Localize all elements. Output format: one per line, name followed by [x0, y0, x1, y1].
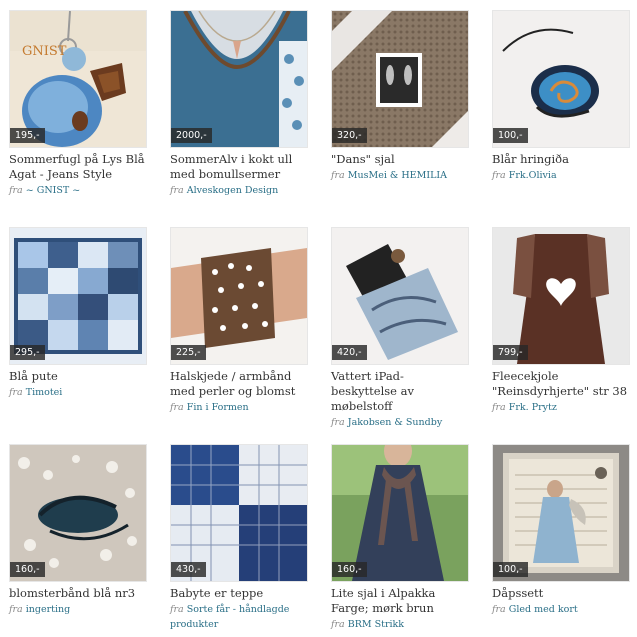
product-card[interactable]: 420,- Vattert iPad-beskyttelse av møbels… — [331, 227, 469, 430]
price-badge: 320,- — [332, 128, 367, 143]
price-badge: 100,- — [493, 562, 528, 577]
product-card[interactable]: 430,- Babyte er teppe fra Sorte får - hå… — [170, 444, 308, 632]
fra-label: fra — [331, 619, 345, 630]
seller-line: fra Alveskogen Design — [170, 183, 308, 198]
product-image[interactable]: 320,- — [331, 10, 469, 148]
seller-line: fra ~ GNIST ~ — [9, 183, 147, 198]
product-card[interactable]: 100,- Blår hringiða fra Frk.Olivia — [492, 10, 630, 183]
product-title[interactable]: Babyte er teppe — [170, 586, 308, 601]
price-badge: 100,- — [493, 128, 528, 143]
seller-line: fra Jakobsen & Sundby — [331, 415, 469, 430]
price-badge: 225,- — [171, 345, 206, 360]
fra-label: fra — [9, 387, 23, 398]
product-card[interactable]: 225,- Halskjede / armbånd med perler og … — [170, 227, 308, 415]
product-image[interactable]: 2000,- — [170, 10, 308, 148]
seller-line: fra Fin i Formen — [170, 400, 308, 415]
product-card[interactable]: 320,- "Dans" sjal fra MusMei & HEMILIA — [331, 10, 469, 183]
product-image[interactable]: 160,- — [9, 444, 147, 582]
price-badge: 2000,- — [171, 128, 212, 143]
product-image[interactable]: 430,- — [170, 444, 308, 582]
price-badge: 295,- — [10, 345, 45, 360]
product-card[interactable]: 2000,- SommerAlv i kokt ull med bomullse… — [170, 10, 308, 198]
seller-link[interactable]: Frk.Olivia — [509, 170, 557, 181]
product-title[interactable]: Fleecekjole "Reinsdyrhjerte" str 38 — [492, 369, 630, 399]
seller-link[interactable]: Alveskogen Design — [187, 185, 278, 196]
fra-label: fra — [9, 604, 23, 615]
seller-link[interactable]: Sorte får - håndlagde produkter — [170, 604, 289, 630]
seller-link[interactable]: Fin i Formen — [187, 402, 249, 413]
seller-link[interactable]: ingerting — [26, 604, 70, 615]
product-title[interactable]: Sommerfugl på Lys Blå Agat - Jeans Style — [9, 152, 147, 182]
product-card[interactable]: GNIST 195,- Sommerfugl på Lys Blå Agat -… — [9, 10, 147, 198]
product-image[interactable]: 100,- — [492, 10, 630, 148]
seller-link[interactable]: Timotei — [26, 387, 63, 398]
product-title[interactable]: Blår hringiða — [492, 152, 630, 167]
price-badge: 420,- — [332, 345, 367, 360]
product-title[interactable]: Vattert iPad-beskyttelse av møbelstoff — [331, 369, 469, 414]
product-image[interactable]: 100,- — [492, 444, 630, 582]
product-image[interactable]: GNIST 195,- — [9, 10, 147, 148]
seller-line: fra ingerting — [9, 602, 147, 617]
product-card[interactable]: 799,- Fleecekjole "Reinsdyrhjerte" str 3… — [492, 227, 630, 415]
seller-line: fra MusMei & HEMILIA — [331, 168, 469, 183]
seller-line: fra Frk. Prytz — [492, 400, 630, 415]
fra-label: fra — [492, 402, 506, 413]
product-card[interactable]: 160,- blomsterbånd blå nr3 fra ingerting — [9, 444, 147, 617]
fra-label: fra — [331, 417, 345, 428]
price-badge: 195,- — [10, 128, 45, 143]
seller-line: fra BRM Strikk — [331, 617, 469, 632]
product-grid: GNIST 195,- Sommerfugl på Lys Blå Agat -… — [0, 0, 637, 637]
product-image[interactable]: 225,- — [170, 227, 308, 365]
fra-label: fra — [331, 170, 345, 181]
product-image[interactable]: 160,- — [331, 444, 469, 582]
product-title[interactable]: "Dans" sjal — [331, 152, 469, 167]
product-card[interactable]: 160,- Lite sjal i Alpakka Farge; mørk br… — [331, 444, 469, 632]
product-card[interactable]: 100,- Dåpssett fra Gled med kort — [492, 444, 630, 617]
seller-link[interactable]: Frk. Prytz — [509, 402, 557, 413]
product-image[interactable]: 420,- — [331, 227, 469, 365]
fra-label: fra — [170, 185, 184, 196]
product-title[interactable]: Lite sjal i Alpakka Farge; mørk brun — [331, 586, 469, 616]
product-title[interactable]: blomsterbånd blå nr3 — [9, 586, 147, 601]
price-badge: 160,- — [332, 562, 367, 577]
seller-link[interactable]: MusMei & HEMILIA — [348, 170, 447, 181]
fra-label: fra — [170, 402, 184, 413]
price-badge: 799,- — [493, 345, 528, 360]
seller-link[interactable]: Jakobsen & Sundby — [348, 417, 442, 428]
fra-label: fra — [170, 604, 184, 615]
product-title[interactable]: SommerAlv i kokt ull med bomullsermer — [170, 152, 308, 182]
fra-label: fra — [9, 185, 23, 196]
product-title[interactable]: Blå pute — [9, 369, 147, 384]
seller-link[interactable]: BRM Strikk — [348, 619, 404, 630]
fra-label: fra — [492, 170, 506, 181]
seller-line: fra Frk.Olivia — [492, 168, 630, 183]
price-badge: 160,- — [10, 562, 45, 577]
price-badge: 430,- — [171, 562, 206, 577]
product-title[interactable]: Dåpssett — [492, 586, 630, 601]
seller-line: fra Gled med kort — [492, 602, 630, 617]
fra-label: fra — [492, 604, 506, 615]
product-card[interactable]: 295,- Blå pute fra Timotei — [9, 227, 147, 400]
product-image[interactable]: 295,- — [9, 227, 147, 365]
seller-link[interactable]: ~ GNIST ~ — [26, 185, 80, 196]
product-image[interactable]: 799,- — [492, 227, 630, 365]
seller-line: fra Sorte får - håndlagde produkter — [170, 602, 308, 632]
gnist-lettering: GNIST — [22, 44, 67, 59]
seller-link[interactable]: Gled med kort — [509, 604, 578, 615]
seller-line: fra Timotei — [9, 385, 147, 400]
product-title[interactable]: Halskjede / armbånd med perler og blomst — [170, 369, 308, 399]
